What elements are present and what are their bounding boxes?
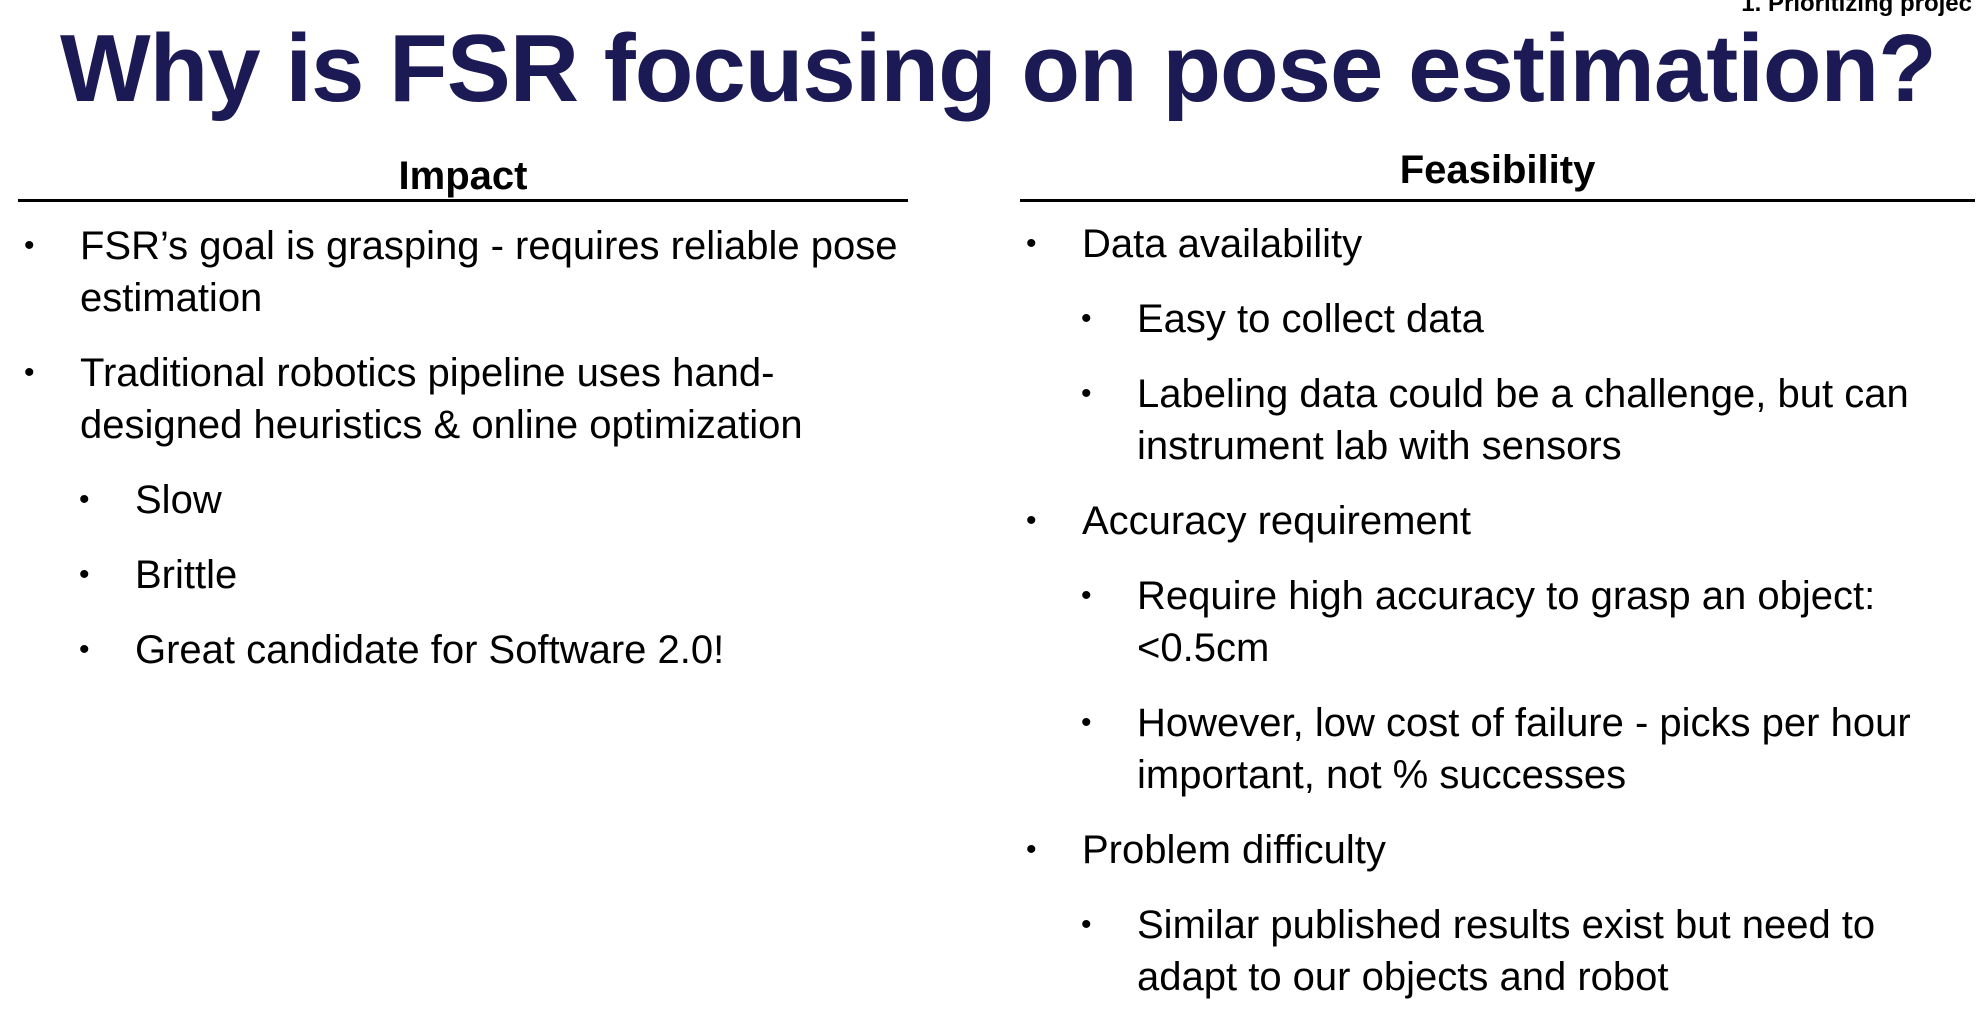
sub-bullet-item: Similar published results exist but need… (1020, 899, 1975, 1003)
bullet-item: FSR’s goal is grasping - requires reliab… (18, 220, 908, 324)
feasibility-bullet-list: Data availability Easy to collect data L… (1020, 218, 1975, 1003)
bullet-item: Problem difficulty (1020, 824, 1975, 876)
sub-bullet-item: Slow (18, 474, 908, 526)
sub-bullet-item: However, low cost of failure - picks per… (1020, 697, 1975, 801)
sub-bullet-item: Brittle (18, 549, 908, 601)
feasibility-header: Feasibility (1020, 142, 1975, 202)
sub-bullet-item: Easy to collect data (1020, 293, 1975, 345)
bullet-item: Accuracy requirement (1020, 495, 1975, 547)
impact-bullet-list: FSR’s goal is grasping - requires reliab… (18, 220, 908, 676)
bullet-item: Data availability (1020, 218, 1975, 270)
feasibility-column: Feasibility Data availability Easy to co… (1020, 142, 1975, 1026)
sub-bullet-item: Require high accuracy to grasp an object… (1020, 570, 1975, 674)
sub-bullet-item: Great candidate for Software 2.0! (18, 624, 908, 676)
sub-bullet-item: Labeling data could be a challenge, but … (1020, 368, 1975, 472)
impact-header: Impact (18, 142, 908, 202)
slide-title: Why is FSR focusing on pose estimation? (60, 15, 1937, 122)
bullet-item: Traditional robotics pipeline uses hand-… (18, 347, 908, 451)
impact-column: Impact FSR’s goal is grasping - requires… (18, 142, 908, 699)
